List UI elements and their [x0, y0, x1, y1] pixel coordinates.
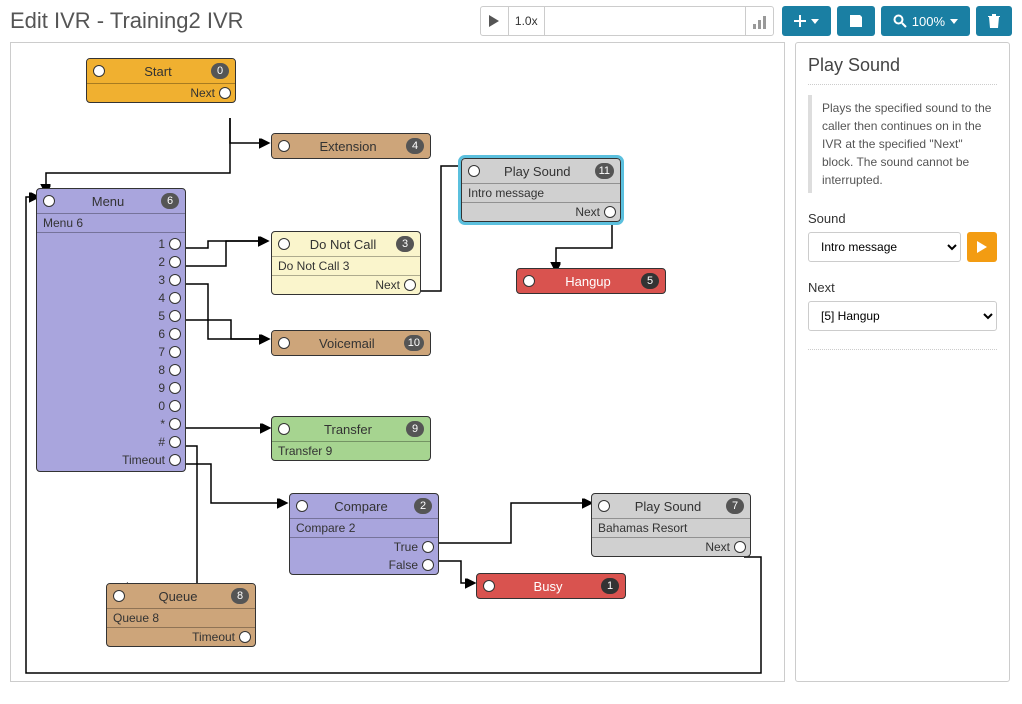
port-out[interactable] — [169, 400, 181, 412]
add-button[interactable] — [782, 6, 831, 36]
zoom-icon — [893, 14, 907, 28]
node-busy[interactable]: Busy1 — [476, 573, 626, 599]
menu-option[interactable]: 2 — [41, 253, 181, 271]
port-out[interactable] — [169, 328, 181, 340]
node-hangup[interactable]: Hangup5 — [516, 268, 666, 294]
port-out[interactable] — [169, 454, 181, 466]
menu-option[interactable]: Timeout — [41, 451, 181, 469]
plus-icon — [794, 15, 806, 27]
menu-option[interactable]: * — [41, 415, 181, 433]
divider — [808, 349, 997, 350]
trash-icon — [988, 14, 1000, 28]
menu-option[interactable]: 4 — [41, 289, 181, 307]
port-in[interactable] — [483, 580, 495, 592]
node-transfer[interactable]: Transfer9 Transfer 9 — [271, 416, 431, 461]
next-label: Next — [808, 280, 997, 295]
port-out-true[interactable] — [422, 541, 434, 553]
sound-label: Sound — [808, 211, 997, 226]
port-out-false[interactable] — [422, 559, 434, 571]
chevron-down-icon — [950, 19, 958, 24]
preview-sound-button[interactable] — [967, 232, 997, 262]
node-do-not-call[interactable]: Do Not Call3 Do Not Call 3 Next — [271, 231, 421, 295]
port-in[interactable] — [468, 165, 480, 177]
node-compare[interactable]: Compare2 Compare 2 True False — [289, 493, 439, 575]
menu-option[interactable]: 5 — [41, 307, 181, 325]
save-button[interactable] — [837, 6, 875, 36]
menu-option[interactable]: 0 — [41, 397, 181, 415]
node-play-sound-7[interactable]: Play Sound7 Bahamas Resort Next — [591, 493, 751, 557]
menu-option[interactable]: 3 — [41, 271, 181, 289]
node-play-sound-11[interactable]: Play Sound11 Intro message Next — [461, 158, 621, 222]
play-button[interactable] — [481, 7, 509, 35]
port-in[interactable] — [278, 238, 290, 250]
node-start[interactable]: Start0 Next — [86, 58, 236, 103]
port-out[interactable] — [169, 364, 181, 376]
port-in[interactable] — [43, 195, 55, 207]
menu-option[interactable]: 1 — [41, 235, 181, 253]
port-in[interactable] — [113, 590, 125, 602]
menu-option[interactable]: # — [41, 433, 181, 451]
port-out[interactable] — [169, 346, 181, 358]
node-menu[interactable]: Menu6 Menu 6 1234567890*#Timeout — [36, 188, 186, 472]
menu-option[interactable]: 6 — [41, 325, 181, 343]
port-out[interactable] — [219, 87, 231, 99]
node-voicemail[interactable]: Voicemail10 — [271, 330, 431, 356]
playback-speed[interactable]: 1.0x — [509, 7, 545, 35]
play-icon — [977, 241, 987, 253]
menu-option[interactable]: 8 — [41, 361, 181, 379]
port-in[interactable] — [296, 500, 308, 512]
node-extension[interactable]: Extension4 — [271, 133, 431, 159]
port-out[interactable] — [169, 310, 181, 322]
port-in[interactable] — [278, 423, 290, 435]
sound-select[interactable]: Intro message — [808, 232, 961, 262]
properties-panel: Play Sound Plays the specified sound to … — [795, 42, 1010, 682]
volume-icon[interactable] — [745, 7, 773, 35]
port-in[interactable] — [278, 140, 290, 152]
port-out[interactable] — [239, 631, 251, 643]
node-queue[interactable]: Queue8 Queue 8 Timeout — [106, 583, 256, 647]
port-out[interactable] — [169, 274, 181, 286]
port-out[interactable] — [169, 292, 181, 304]
playback-progress[interactable] — [545, 7, 745, 35]
delete-button[interactable] — [976, 6, 1012, 36]
port-in[interactable] — [93, 65, 105, 77]
next-select[interactable]: [5] Hangup — [808, 301, 997, 331]
ivr-canvas[interactable]: Start0 Next Extension4 Menu6 Menu 6 1234… — [10, 42, 785, 682]
port-in[interactable] — [278, 337, 290, 349]
port-in[interactable] — [523, 275, 535, 287]
port-out[interactable] — [734, 541, 746, 553]
port-out[interactable] — [404, 279, 416, 291]
toolbar: Edit IVR - Training2 IVR 1.0x 100% — [0, 0, 1022, 42]
port-in[interactable] — [598, 500, 610, 512]
port-out[interactable] — [169, 256, 181, 268]
playback-control: 1.0x — [480, 6, 774, 36]
panel-title: Play Sound — [808, 55, 997, 85]
menu-option[interactable]: 7 — [41, 343, 181, 361]
page-title: Edit IVR - Training2 IVR — [10, 8, 244, 34]
save-icon — [849, 14, 863, 28]
port-out[interactable] — [169, 418, 181, 430]
port-out[interactable] — [604, 206, 616, 218]
panel-description: Plays the specified sound to the caller … — [808, 95, 997, 193]
port-out[interactable] — [169, 436, 181, 448]
menu-option[interactable]: 9 — [41, 379, 181, 397]
port-out[interactable] — [169, 238, 181, 250]
zoom-button[interactable]: 100% — [881, 6, 970, 36]
chevron-down-icon — [811, 19, 819, 24]
port-out[interactable] — [169, 382, 181, 394]
